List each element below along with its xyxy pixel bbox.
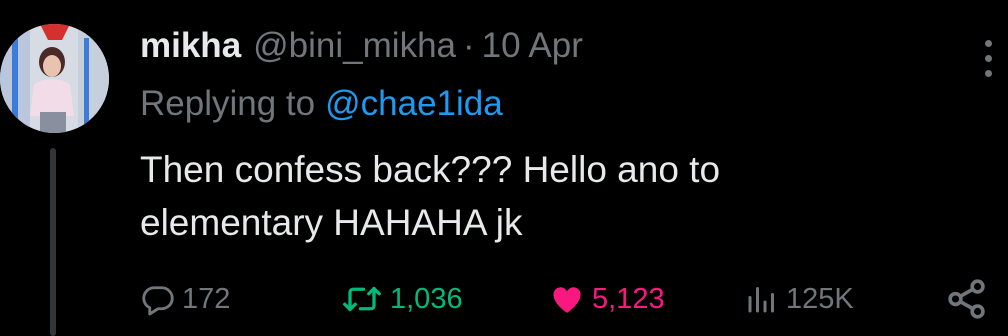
timestamp[interactable]: 10 Apr bbox=[482, 26, 583, 66]
reply-button[interactable]: 172 bbox=[140, 277, 230, 321]
share-button[interactable] bbox=[944, 276, 990, 322]
speech-bubble-icon bbox=[142, 286, 174, 316]
reply-count: 172 bbox=[182, 282, 231, 315]
author-name[interactable]: mikha bbox=[140, 26, 241, 66]
repost-count: 1,036 bbox=[390, 282, 463, 315]
repost-arrows-icon bbox=[343, 286, 381, 312]
more-options-button[interactable] bbox=[968, 28, 1008, 88]
views-count: 125K bbox=[786, 282, 854, 315]
avatar[interactable] bbox=[0, 24, 109, 133]
like-button[interactable]: 5,123 bbox=[548, 277, 665, 321]
heart-icon-filled bbox=[553, 287, 581, 313]
replying-to-label: Replying to bbox=[140, 84, 316, 123]
tweet-text-line: Then confess back??? Hello ano to bbox=[140, 149, 721, 190]
repost-button[interactable]: 1,036 bbox=[340, 277, 463, 321]
bar-chart-icon bbox=[748, 287, 774, 313]
replying-to: Replying to @chae1ida bbox=[140, 80, 503, 128]
tweet-header: mikha @bini_mikha · 10 Apr bbox=[140, 22, 583, 70]
tweet-text: Then confess back??? Hello ano to elemen… bbox=[140, 143, 960, 249]
vertical-ellipsis-icon bbox=[984, 39, 992, 47]
views-button[interactable]: 125K bbox=[744, 277, 854, 321]
author-handle[interactable]: @bini_mikha bbox=[253, 26, 456, 66]
replying-to-mention[interactable]: @chae1ida bbox=[325, 84, 503, 124]
share-nodes-icon bbox=[948, 279, 985, 319]
tweet-text-line: elementary HAHAHA jk bbox=[140, 202, 523, 243]
like-count: 5,123 bbox=[592, 282, 665, 315]
thread-line bbox=[50, 148, 56, 336]
separator-dot: · bbox=[463, 26, 475, 65]
